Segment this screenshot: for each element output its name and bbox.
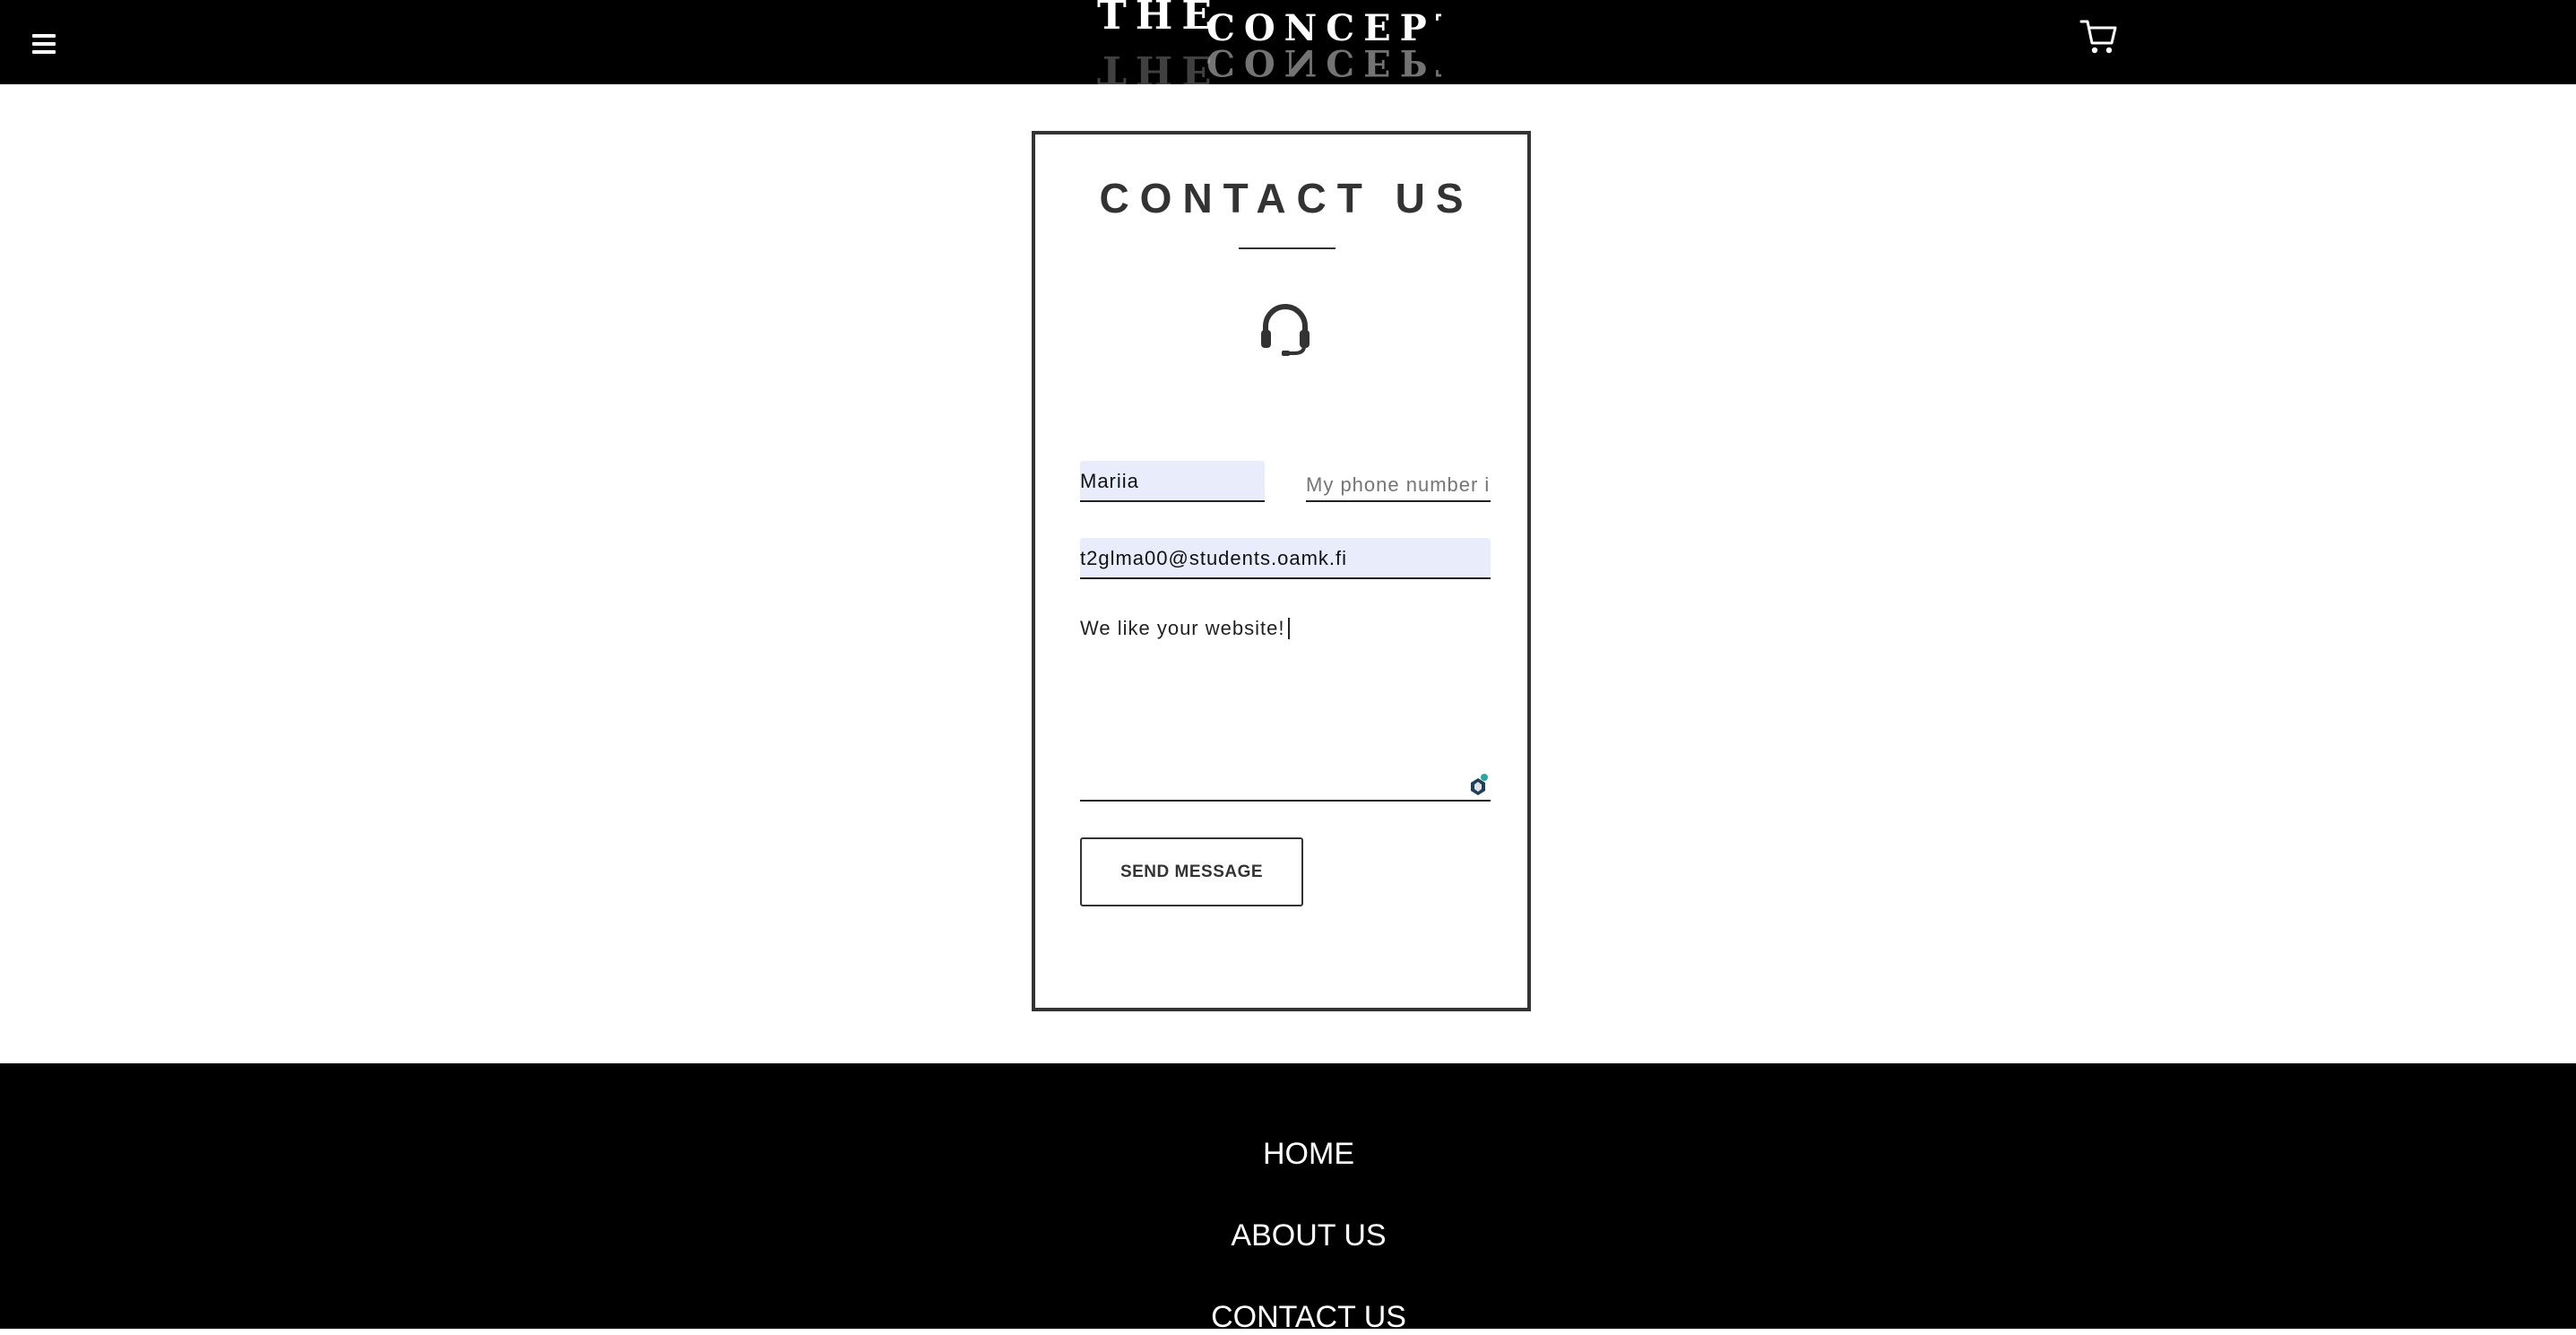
hamburger-menu-icon[interactable] [32,34,56,56]
logo-the-text: THE [1097,0,1221,39]
headset-icon [1257,299,1314,357]
logo-reflection-the: THE [1097,47,1221,84]
site-footer: HOME ABOUT US CONTACT US [0,1063,2576,1334]
extension-badge-icon[interactable] [1467,773,1489,796]
footer-link-about-us[interactable]: ABOUT US [0,1218,2576,1253]
title-divider [1239,247,1336,249]
phone-field[interactable] [1306,461,1491,502]
footer-link-contact-us[interactable]: CONTACT US [0,1300,2576,1335]
message-value: We like your website! [1080,617,1285,639]
message-text: We like your website! [1080,617,1291,640]
footer-link-home[interactable]: HOME [0,1137,2576,1172]
site-logo[interactable]: THE CONCEPT THE CONCEPT [1095,0,1441,84]
shopping-cart-icon[interactable] [2079,18,2119,56]
text-caret [1288,618,1291,639]
site-header: THE CONCEPT THE CONCEPT [0,0,2576,84]
send-message-button[interactable]: SEND MESSAGE [1080,837,1303,906]
logo-reflection-concept: CONCEPT [1206,41,1441,83]
contact-form-card: CONTACT US We like your website! SEND ME… [1032,131,1531,1011]
name-field[interactable] [1080,461,1265,502]
page-title: CONTACT US [1099,175,1474,221]
message-textarea[interactable]: We like your website! [1080,617,1491,802]
email-field[interactable] [1080,538,1491,579]
